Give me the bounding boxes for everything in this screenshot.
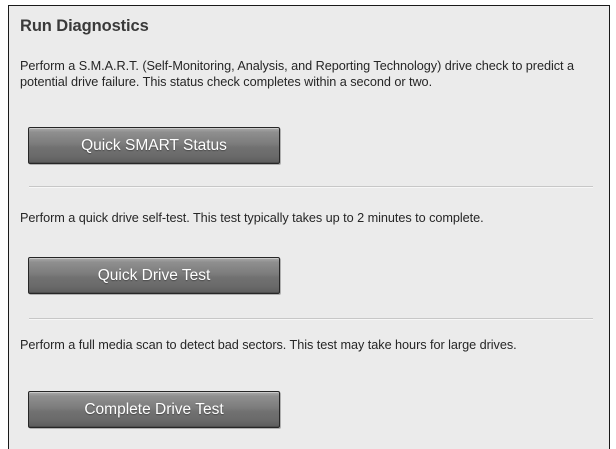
complete-drive-test-description: Perform a full media scan to detect bad … bbox=[20, 338, 517, 352]
smart-status-description: Perform a S.M.A.R.T. (Self-Monitoring, A… bbox=[20, 59, 575, 89]
divider bbox=[29, 186, 593, 188]
divider bbox=[29, 318, 593, 320]
complete-drive-test-button[interactable]: Complete Drive Test bbox=[28, 391, 280, 428]
quick-drive-test-button[interactable]: Quick Drive Test bbox=[28, 257, 280, 294]
quick-drive-test-description: Perform a quick drive self-test. This te… bbox=[20, 211, 484, 225]
section-title: Run Diagnostics bbox=[20, 17, 149, 35]
quick-smart-status-button[interactable]: Quick SMART Status bbox=[28, 127, 280, 164]
diagnostics-panel: Run Diagnostics Perform a S.M.A.R.T. (Se… bbox=[8, 5, 610, 449]
